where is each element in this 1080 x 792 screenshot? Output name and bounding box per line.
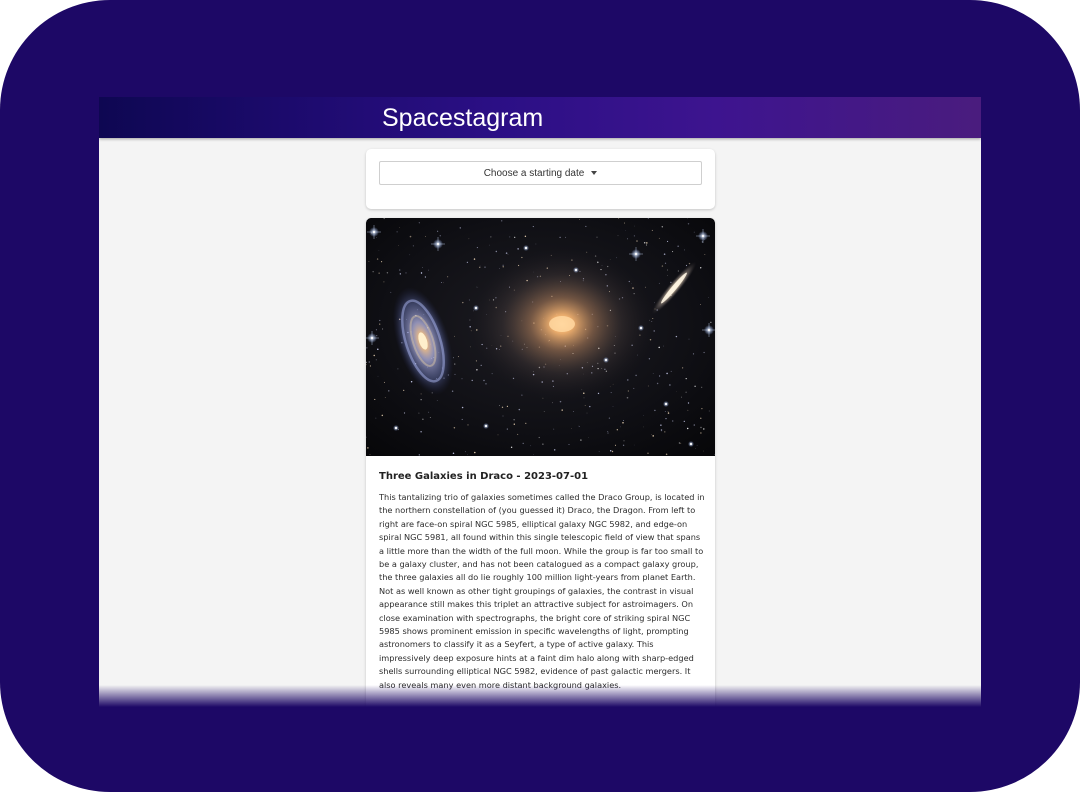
bright-star xyxy=(603,357,609,363)
apod-image[interactable] xyxy=(366,218,715,456)
bright-star xyxy=(393,425,399,431)
device-frame: Spacestagram Choose a starting date Thre… xyxy=(0,0,1080,792)
bright-star xyxy=(573,267,579,273)
date-picker-card: Choose a starting date xyxy=(366,149,715,209)
bright-star xyxy=(663,401,669,407)
post-explanation: This tantalizing trio of galaxies someti… xyxy=(379,492,705,690)
apod-post-card: Three Galaxies in Draco - 2023-07-01 Thi… xyxy=(366,218,715,707)
date-picker-dropdown[interactable]: Choose a starting date xyxy=(379,161,702,185)
app-title: Spacestagram xyxy=(382,104,544,132)
app-viewport: Spacestagram Choose a starting date Thre… xyxy=(99,97,981,707)
bright-star xyxy=(523,245,529,251)
post-title: Three Galaxies in Draco - 2023-07-01 xyxy=(379,471,589,482)
bright-star xyxy=(473,305,479,311)
bright-star xyxy=(638,325,644,331)
bright-star xyxy=(688,441,694,447)
bright-star xyxy=(483,423,489,429)
date-picker-label: Choose a starting date xyxy=(483,167,585,179)
app-header: Spacestagram xyxy=(99,97,981,138)
galaxy-photo xyxy=(366,218,715,456)
caret-down-icon xyxy=(591,171,598,175)
